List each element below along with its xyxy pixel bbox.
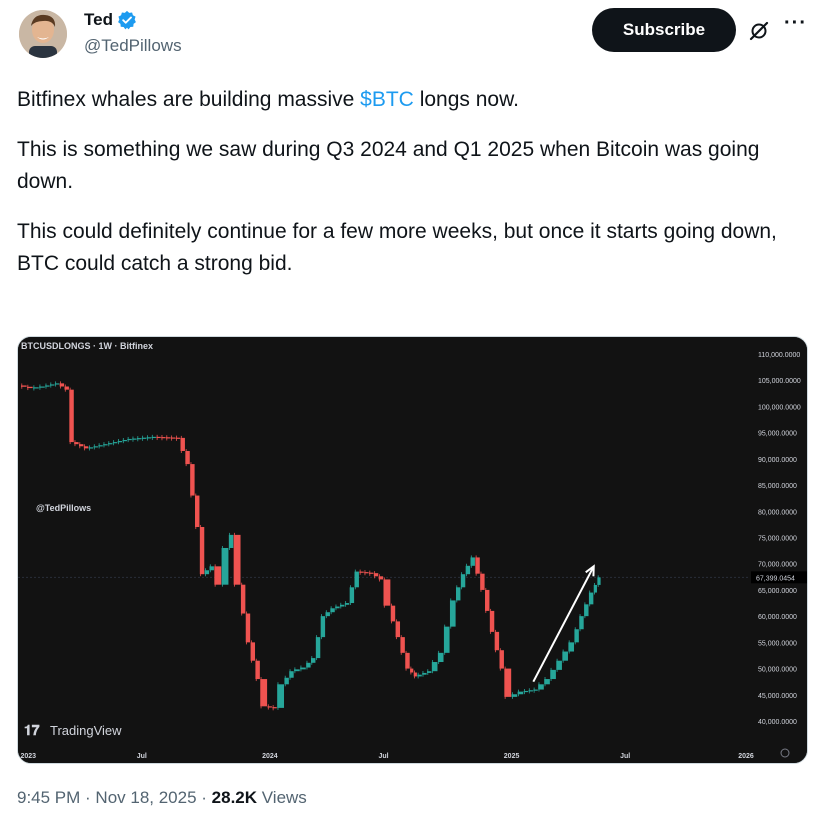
avatar[interactable]: [19, 10, 67, 58]
y-tick-label: 80,000.0000: [758, 509, 797, 516]
views-label: Views: [261, 788, 307, 807]
x-tick-label: 2024: [262, 753, 278, 760]
tradingview-logo: 𝟏𝟕 TradingView: [24, 722, 122, 738]
tweet-text-segment: longs now.: [413, 88, 519, 111]
chart-image[interactable]: BTCUSDLONGS · 1W · Bitfinex @TedPillows …: [17, 336, 808, 764]
y-tick-label: 50,000.0000: [758, 667, 797, 674]
x-tick-label: Jul: [620, 753, 630, 760]
subscribe-button[interactable]: Subscribe: [592, 8, 736, 52]
tradingview-brand: TradingView: [50, 723, 122, 738]
tweet-meta: 9:45 PM · Nov 18, 2025 · 28.2K Views: [17, 788, 307, 807]
y-tick-label: 60,000.0000: [758, 614, 797, 621]
y-tick-label: 100,000.0000: [758, 404, 801, 411]
tweet-text-segment: Bitfinex whales are building massive: [17, 88, 361, 111]
y-tick-label: 75,000.0000: [758, 536, 797, 543]
cashtag-link[interactable]: $BTC: [360, 88, 414, 111]
x-tick-label: 2025: [504, 753, 520, 760]
y-tick-label: 85,000.0000: [758, 483, 797, 490]
tweet-text: Bitfinex whales are building massive $BT…: [17, 84, 807, 298]
grok-icon[interactable]: [748, 20, 770, 42]
y-tick-label: 70,000.0000: [758, 562, 797, 569]
view-count: 28.2K: [211, 788, 258, 807]
timestamp[interactable]: 9:45 PM · Nov 18, 2025: [17, 788, 197, 807]
x-tick-label: Jul: [137, 753, 147, 760]
avatar-image: [19, 10, 67, 58]
y-tick-label: 65,000.0000: [758, 588, 797, 595]
author-handle[interactable]: @TedPillows: [84, 36, 182, 56]
y-tick-label: 40,000.0000: [758, 719, 797, 726]
chart-title: BTCUSDLONGS · 1W · Bitfinex: [21, 341, 153, 351]
last-value-marker: 67,399.0454: [751, 571, 807, 584]
tradingview-logo-mark: 𝟏𝟕: [24, 722, 40, 738]
x-tick-label: Jul: [378, 753, 388, 760]
tweet-paragraph-3: This could definitely continue for a few…: [17, 220, 777, 275]
x-tick-label: 2023: [20, 753, 36, 760]
author-name[interactable]: Ted: [84, 10, 113, 30]
last-value-label: 67,399.0454: [756, 575, 795, 582]
more-options-icon[interactable]: ···: [784, 12, 807, 35]
y-tick-label: 55,000.0000: [758, 640, 797, 647]
y-tick-label: 105,000.0000: [758, 378, 801, 385]
y-tick-label: 90,000.0000: [758, 457, 797, 464]
verified-badge-icon: [118, 10, 136, 30]
tweet-paragraph-2: This is something we saw during Q3 2024 …: [17, 138, 760, 193]
chart-svg: BTCUSDLONGS · 1W · Bitfinex @TedPillows …: [18, 337, 807, 763]
y-tick-label: 95,000.0000: [758, 431, 797, 438]
chart-watermark: @TedPillows: [36, 503, 91, 513]
y-tick-label: 110,000.0000: [758, 352, 800, 359]
y-tick-label: 45,000.0000: [758, 693, 797, 700]
x-tick-label: 2026: [738, 753, 754, 760]
tweet-paragraph-1: Bitfinex whales are building massive $BT…: [17, 84, 807, 116]
